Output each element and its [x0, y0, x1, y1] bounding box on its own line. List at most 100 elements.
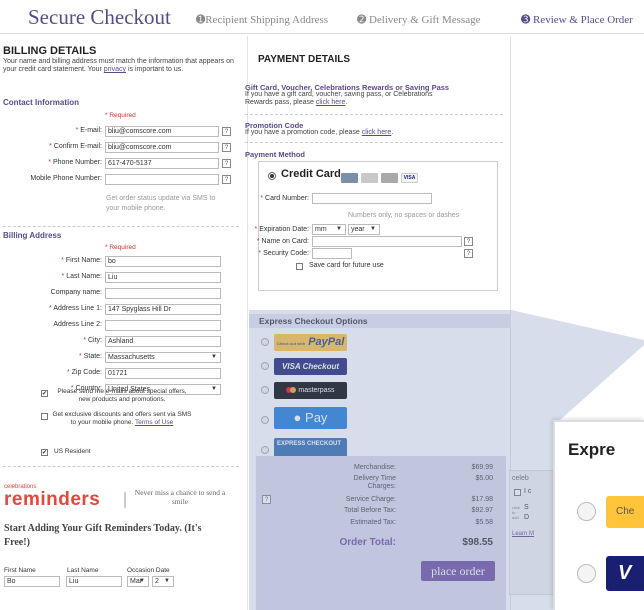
step-recipient-shipping[interactable]: ➊Recipient Shipping Address — [196, 13, 328, 26]
address-field-input[interactable]: 01721 — [105, 368, 221, 379]
address-field-label: * City: — [83, 337, 102, 344]
address-field-input[interactable]: bo — [105, 256, 221, 267]
credit-card-label: Credit Card — [281, 168, 341, 180]
reminder-last-name-input[interactable]: Liu — [66, 576, 122, 587]
express-checkout-header: Express Checkout Options — [249, 314, 511, 328]
divider — [245, 142, 503, 143]
contact-field-input[interactable]: bliu@comscore.com — [105, 126, 219, 137]
page-title: Secure Checkout — [28, 5, 171, 29]
masterpass-orange-icon — [290, 387, 297, 394]
zoom-paypal-radio[interactable] — [577, 502, 596, 521]
reminder-month-select[interactable]: Mar — [127, 576, 149, 587]
help-icon[interactable]: ? — [222, 127, 231, 136]
contact-field-input[interactable] — [105, 174, 219, 185]
reminders-logo: reminders — [4, 489, 101, 510]
billing-intro: Your name and billing address must match… — [3, 58, 240, 74]
expiration-label: * Expiration Date: — [254, 226, 310, 233]
terms-link[interactable]: Terms of Use — [135, 419, 173, 426]
rem-col-last: Last Name — [67, 567, 99, 574]
contact-field-input[interactable]: 617-470-5137 — [105, 158, 219, 169]
address-field-input[interactable]: Liu — [105, 272, 221, 283]
step-number: ➌ — [521, 14, 531, 26]
help-icon[interactable]: ? — [222, 159, 231, 168]
zoom-title: Expre — [568, 440, 616, 459]
billing-intro-end: is important to us. — [127, 66, 184, 73]
contact-field-label: * Confirm E-mail: — [49, 143, 102, 150]
contact-field-label-text: Mobile Phone Number: — [30, 175, 102, 182]
promo-desc: If you have a promotion code, please — [245, 129, 360, 136]
visa-card-icon: VISA — [401, 173, 418, 183]
amex-express-radio[interactable] — [261, 446, 269, 454]
address-field-input[interactable]: Ashland — [105, 336, 221, 347]
payment-title: PAYMENT DETAILS — [258, 54, 351, 65]
summary-value: $92.97 — [471, 507, 493, 514]
privacy-link[interactable]: privacy — [104, 66, 126, 73]
address-field-input[interactable] — [105, 320, 221, 331]
payment-method-title: Payment Method — [245, 150, 306, 159]
order-summary: Merchandise: $69.99 Delivery Time Charge… — [256, 456, 506, 610]
promo-text: If you have a promotion code, please cli… — [245, 129, 394, 136]
contact-info-title: Contact Information — [3, 98, 79, 107]
billing-details-column: BILLING DETAILS Your name and billing ad… — [0, 36, 248, 610]
expiration-month-select[interactable]: mm — [312, 224, 346, 235]
gift-card-text: If you have a gift card, voucher, saving… — [245, 91, 433, 106]
gift-card-link[interactable]: click here — [316, 99, 346, 106]
address-field-label-text: Last Name: — [66, 273, 102, 280]
summary-value: $5.00 — [475, 475, 493, 482]
us-resident-checkbox[interactable]: ✔ — [41, 449, 48, 456]
step-delivery-gift-message[interactable]: ➋ Delivery & Gift Message — [357, 13, 480, 26]
zoom-visa-radio[interactable] — [577, 564, 596, 583]
visa-checkout-radio[interactable] — [261, 362, 269, 370]
expiration-year-select[interactable]: year — [348, 224, 380, 235]
address-field-input[interactable]: 147 Spyglass Hill Dr — [105, 304, 221, 315]
name-on-card-label: * Name on Card: — [256, 238, 309, 245]
contact-field-label: Mobile Phone Number: — [30, 175, 102, 182]
name-on-card-input[interactable] — [312, 236, 462, 247]
card-number-input[interactable] — [312, 193, 432, 204]
side-fragment: S — [524, 504, 529, 511]
help-icon[interactable]: ? — [464, 237, 473, 246]
place-order-button[interactable]: place order — [421, 561, 495, 581]
credit-card-radio[interactable] — [268, 172, 276, 180]
billing-title: BILLING DETAILS — [3, 45, 97, 57]
address-field-label: Company name: — [51, 289, 102, 296]
divider — [124, 492, 126, 508]
sms-opt-in-checkbox[interactable] — [41, 413, 48, 420]
save-card-checkbox[interactable] — [296, 263, 303, 270]
promo-link[interactable]: click here — [362, 129, 392, 136]
address-field-input[interactable] — [105, 288, 221, 299]
address-field-input[interactable]: Massachusetts — [105, 352, 221, 363]
side-checkbox[interactable] — [514, 489, 521, 496]
reminder-first-name-input[interactable]: Bo — [4, 576, 60, 587]
address-field-label-text: First Name: — [65, 257, 102, 264]
reminder-day-select[interactable]: 2 — [152, 576, 174, 587]
help-icon[interactable]: ? — [464, 249, 473, 258]
zoomed-express-checkout: Expre Che V — [553, 420, 644, 610]
visa-checkout-button[interactable]: VISA Checkout — [274, 358, 347, 375]
contact-field-input[interactable]: bliu@comscore.com — [105, 142, 219, 153]
side-fragment: click to add — [512, 505, 520, 520]
contact-field-label-text: Confirm E-mail: — [53, 143, 102, 150]
side-fragment: I c — [524, 488, 532, 495]
zoom-visa-button[interactable]: V — [606, 556, 644, 591]
required-note: * Required — [105, 244, 136, 251]
apple-pay-button[interactable]: ● Pay — [274, 407, 347, 429]
us-resident-label: US Resident — [54, 448, 91, 455]
paypal-radio[interactable] — [261, 338, 269, 346]
divider — [3, 226, 239, 227]
address-field-label-text: Zip Code: — [71, 369, 102, 376]
help-icon[interactable]: ? — [222, 175, 231, 184]
paypal-checkout-button[interactable]: Check out with PayPal — [274, 334, 347, 351]
apple-pay-radio[interactable] — [261, 416, 269, 424]
learn-more-link[interactable]: Learn M — [512, 531, 534, 537]
emails-opt-in-checkbox[interactable]: ✔ — [41, 390, 48, 397]
contact-field-label-text: Phone Number: — [52, 159, 102, 166]
help-icon[interactable]: ? — [262, 495, 271, 504]
zoom-paypal-button[interactable]: Che — [606, 496, 644, 528]
security-code-input[interactable] — [312, 248, 352, 259]
masterpass-button[interactable]: masterpass — [274, 382, 347, 399]
address-field-label-text: Company name: — [50, 289, 102, 296]
help-icon[interactable]: ? — [222, 143, 231, 152]
masterpass-radio[interactable] — [261, 386, 269, 394]
summary-value: $5.58 — [475, 519, 493, 526]
